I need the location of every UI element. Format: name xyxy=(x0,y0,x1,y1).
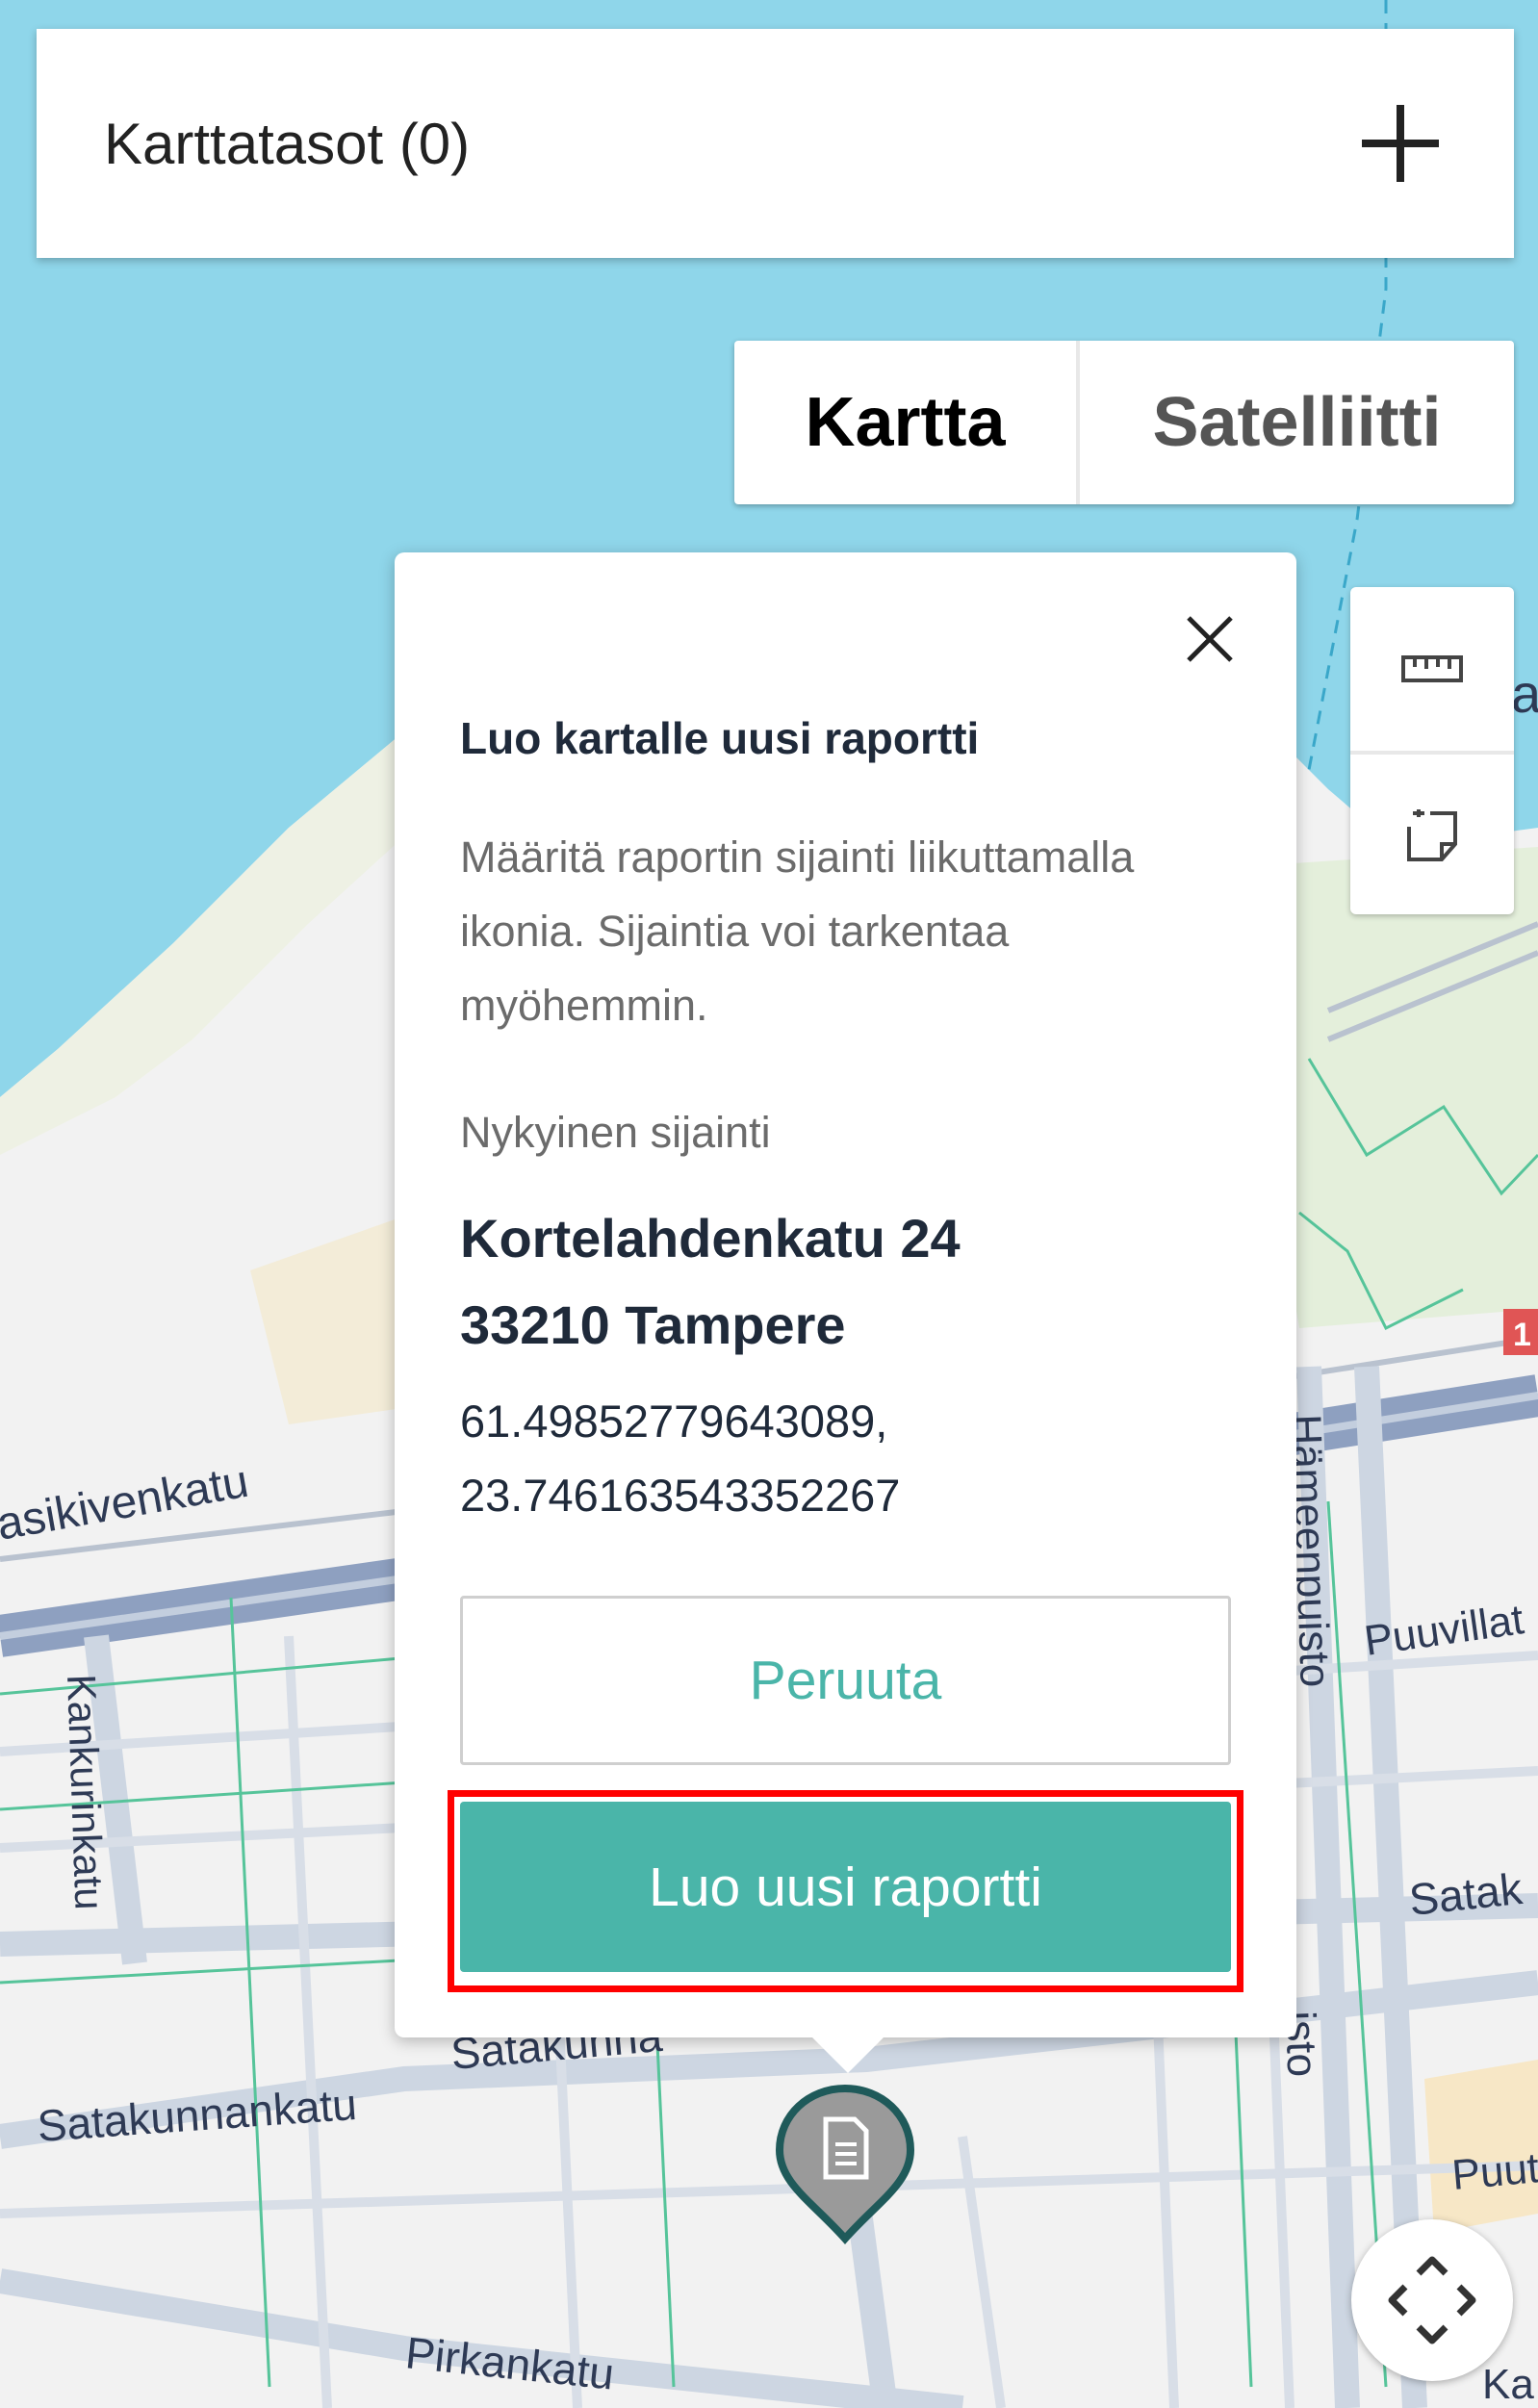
description-line: Määritä raportin sijainti liikuttamalla xyxy=(460,833,1135,882)
map-type-map-button[interactable]: Kartta xyxy=(734,341,1080,504)
ruler-icon xyxy=(1401,655,1463,682)
recenter-arrows-icon xyxy=(1388,2256,1476,2344)
close-icon[interactable] xyxy=(1181,610,1239,668)
map-layers-bar[interactable]: Karttatasot (0) xyxy=(37,29,1514,258)
recenter-button[interactable] xyxy=(1351,2219,1513,2381)
report-location-marker[interactable] xyxy=(774,2083,916,2244)
street-label: Kankurinkatu xyxy=(59,1674,113,1911)
current-address: Kortelahdenkatu 24 33210 Tampere xyxy=(460,1195,961,1369)
add-note-icon xyxy=(1407,809,1457,861)
street-label: Ka xyxy=(1482,2361,1534,2408)
cancel-button[interactable]: Peruuta xyxy=(460,1596,1231,1765)
dialog-title: Luo kartalle uusi raportti xyxy=(460,713,980,763)
street-label: a xyxy=(1511,663,1538,724)
dialog-pointer xyxy=(806,2031,890,2073)
coordinates: 61.49852779643089, 23.746163543352267 xyxy=(460,1384,900,1532)
map-tools xyxy=(1350,587,1514,914)
map-type-toggle: Kartta Satelliitti xyxy=(734,341,1514,504)
plus-icon[interactable] xyxy=(1360,103,1441,184)
address-city: 33210 Tampere xyxy=(460,1294,846,1355)
description-line: myöhemmin. xyxy=(460,981,708,1030)
street-label: Puut xyxy=(1450,2144,1538,2199)
longitude: 23.746163543352267 xyxy=(460,1470,901,1521)
new-report-dialog: Luo kartalle uusi raportti Määritä rapor… xyxy=(395,552,1296,2037)
current-location-label: Nykyinen sijainti xyxy=(460,1108,771,1157)
create-report-button[interactable]: Luo uusi raportti xyxy=(460,1802,1231,1972)
dialog-description: Määritä raportin sijainti liikuttamalla … xyxy=(460,820,1249,1042)
add-report-tool-button[interactable] xyxy=(1350,751,1514,918)
map-route-badge-label: 1 xyxy=(1513,1317,1531,1353)
description-line: ikonia. Sijaintia voi tarkentaa xyxy=(460,907,1010,956)
map-layers-title: Karttatasot (0) xyxy=(104,111,471,176)
measure-tool-button[interactable] xyxy=(1350,587,1514,751)
latitude: 61.49852779643089, xyxy=(460,1396,888,1447)
map-type-satellite-button[interactable]: Satelliitti xyxy=(1080,341,1514,504)
address-street: Kortelahdenkatu 24 xyxy=(460,1208,961,1268)
